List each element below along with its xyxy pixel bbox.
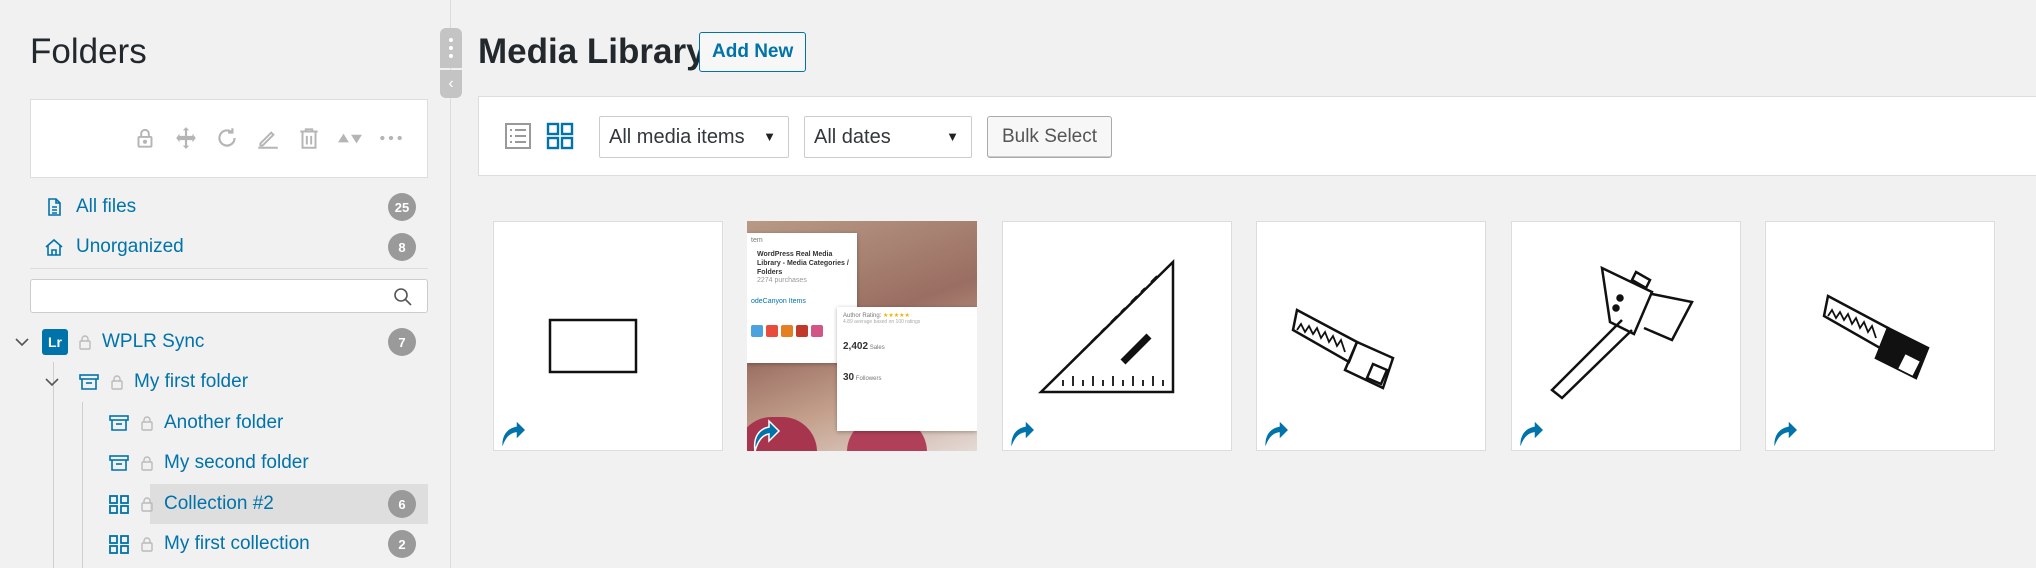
folders-sidebar: Folders All files 25 Unorganized 8 Lr WP… — [0, 0, 451, 568]
lock-icon — [111, 375, 123, 390]
file-icon — [44, 197, 64, 217]
tree-item-label: WPLR Sync — [102, 331, 205, 352]
nav-all-files-label: All files — [76, 196, 137, 217]
set-square-icon — [1037, 259, 1175, 394]
media-filter-bar: All media items ▼ All dates ▼ Bulk Selec… — [478, 96, 2036, 176]
thumb-text: Followers — [855, 376, 882, 382]
shortcut-arrow-icon — [1009, 418, 1037, 450]
nav-unorganized-label: Unorganized — [76, 236, 184, 257]
media-item[interactable]: tem WordPress Real Media Library - Media… — [747, 221, 977, 451]
count-badge: 7 — [388, 328, 416, 356]
folders-title: Folders — [30, 32, 147, 71]
shortcut-arrow-icon — [1263, 418, 1291, 450]
dropdown-arrow-icon: ▼ — [763, 129, 776, 144]
more-icon[interactable] — [377, 124, 405, 152]
saw-icon — [1822, 294, 1930, 380]
dropdown-arrow-icon: ▼ — [946, 129, 959, 144]
tree-item-my-first-folder[interactable]: My first folder — [44, 362, 428, 402]
media-type-value: All media items — [609, 125, 745, 148]
chevron-down-icon[interactable] — [44, 374, 60, 390]
home-icon — [44, 237, 64, 257]
media-item[interactable] — [493, 221, 723, 451]
collection-icon — [109, 495, 129, 514]
pencil-icon[interactable] — [254, 124, 282, 152]
shortcut-arrow-icon — [753, 419, 781, 451]
lock-icon — [79, 335, 91, 350]
tree-item-label: Collection #2 — [164, 493, 274, 514]
thumb-text: 2274 purchases — [757, 277, 807, 285]
screenshot-thumbnail: tem WordPress Real Media Library - Media… — [747, 221, 977, 451]
thumb-text: odeCanyon Items — [751, 298, 806, 306]
sidebar-resizer[interactable]: ‹ — [440, 28, 462, 100]
move-icon[interactable] — [172, 124, 200, 152]
drag-handle-icon[interactable] — [440, 28, 462, 68]
tree-item-label: My second folder — [164, 452, 309, 473]
tree-guide-line — [82, 402, 83, 568]
lock-icon — [141, 456, 153, 471]
collapse-sidebar-icon[interactable]: ‹ — [440, 70, 462, 98]
trash-icon[interactable] — [295, 124, 323, 152]
page-title: Media Library — [478, 32, 706, 71]
shortcut-arrow-icon — [500, 418, 528, 450]
lock-icon — [141, 416, 153, 431]
media-item[interactable] — [1511, 221, 1741, 451]
media-item[interactable] — [1765, 221, 1995, 451]
saw-icon — [1291, 308, 1395, 390]
count-badge: 2 — [388, 530, 416, 558]
thumb-text: 4.89 average based on 100 ratings — [843, 319, 921, 325]
archive-folder-icon — [109, 415, 129, 431]
dates-select[interactable]: All dates ▼ — [804, 116, 972, 158]
count-badge: 25 — [388, 193, 416, 221]
list-view-icon[interactable] — [503, 121, 533, 151]
dates-value: All dates — [814, 125, 891, 148]
sort-icon[interactable] — [336, 124, 364, 152]
axe-icon — [1550, 265, 1694, 400]
thumb-text: WordPress Real Media Library - Media Cat… — [757, 251, 849, 277]
nav-unorganized[interactable]: Unorganized 8 — [30, 227, 428, 267]
refresh-icon[interactable] — [213, 124, 241, 152]
thumb-text: 30 — [843, 372, 855, 383]
tree-item-my-second-folder[interactable]: My second folder — [108, 443, 428, 483]
stats-card: Author Rating: ★★★★★ 4.89 average based … — [837, 307, 977, 431]
archive-folder-icon — [79, 374, 99, 390]
folder-toolbar — [30, 99, 428, 178]
media-type-select[interactable]: All media items ▼ — [599, 116, 789, 158]
thumb-text: tem — [751, 237, 763, 244]
thumb-text: 2,402 — [843, 341, 869, 352]
lightroom-badge: Lr — [42, 329, 68, 355]
count-badge: 6 — [388, 490, 416, 518]
nav-all-files[interactable]: All files 25 — [30, 187, 428, 227]
count-badge: 8 — [388, 233, 416, 261]
media-item[interactable] — [1256, 221, 1486, 451]
tree-item-label: My first collection — [164, 533, 310, 554]
shortcut-arrow-icon — [1518, 418, 1546, 450]
tree-item-label: Another folder — [164, 412, 284, 433]
tree-item-another-folder[interactable]: Another folder — [108, 403, 428, 443]
search-icon[interactable] — [393, 287, 413, 307]
tree-item-label: My first folder — [134, 371, 249, 392]
media-item[interactable] — [1002, 221, 1232, 451]
add-new-button[interactable]: Add New — [699, 32, 807, 72]
chevron-down-icon[interactable] — [14, 334, 30, 350]
divider — [30, 268, 428, 269]
tree-item-my-first-collection[interactable]: My first collection 2 — [108, 524, 428, 564]
folder-search-input[interactable] — [31, 280, 371, 312]
tree-item-wplr-sync[interactable]: Lr WPLR Sync 7 — [14, 322, 428, 362]
lock-icon — [141, 497, 153, 512]
tree-item-collection-2[interactable]: Collection #2 6 — [108, 484, 428, 524]
thumb-text: Sales — [869, 345, 885, 351]
grid-view-icon[interactable] — [545, 121, 575, 151]
folder-search — [30, 279, 428, 313]
shortcut-arrow-icon — [1772, 418, 1800, 450]
collection-icon — [109, 535, 129, 554]
archive-folder-icon — [109, 455, 129, 471]
bulk-select-button[interactable]: Bulk Select — [987, 116, 1112, 158]
lock-icon[interactable] — [131, 124, 159, 152]
lock-icon — [141, 537, 153, 552]
rectangle-icon — [548, 318, 638, 374]
